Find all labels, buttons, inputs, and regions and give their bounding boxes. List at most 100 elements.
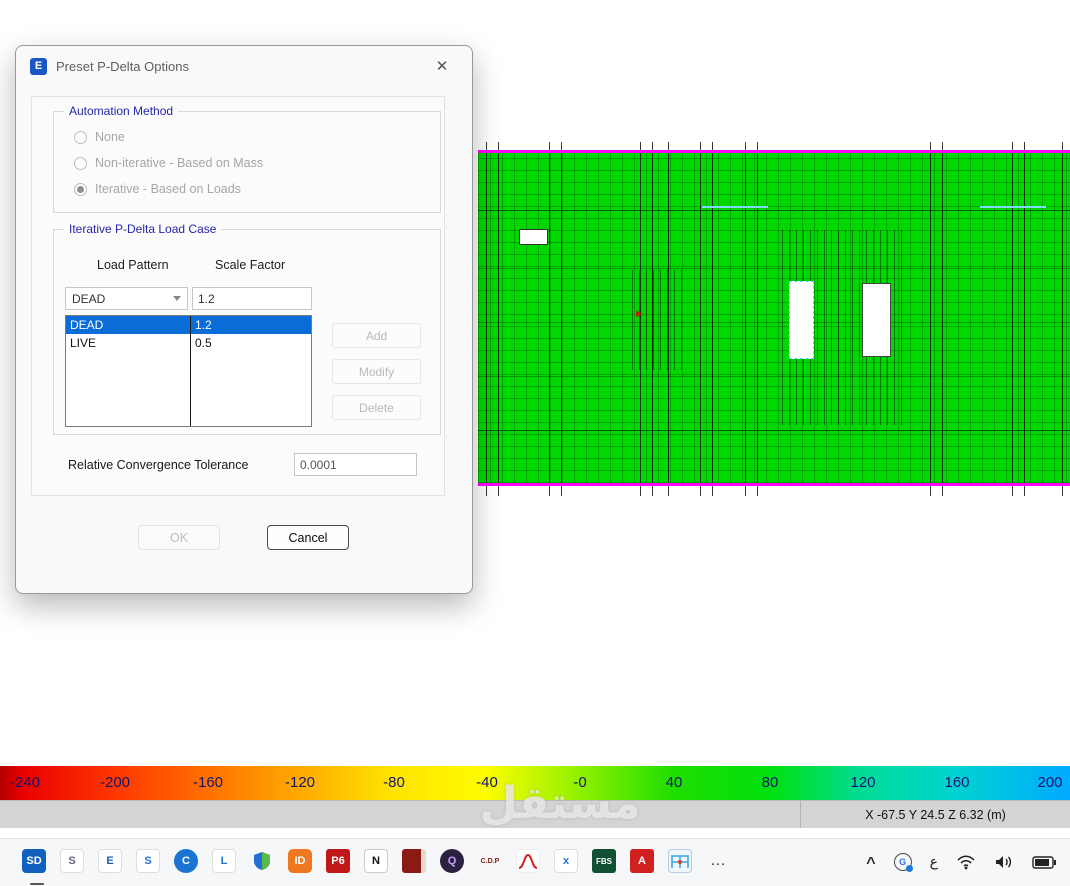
load-arrow-marker: ► <box>634 308 645 320</box>
legend-tick: -40 <box>476 774 498 791</box>
mesh-gridline <box>1012 142 1013 496</box>
radio-non-iterative[interactable]: Non-iterative - Based on Mass <box>74 156 263 170</box>
legend-tick: 40 <box>665 774 683 791</box>
legend-tick: -160 <box>192 774 224 791</box>
ok-button[interactable]: OK <box>138 525 220 550</box>
slab-opening <box>789 281 814 359</box>
book-icon[interactable] <box>402 849 426 873</box>
tolerance-input[interactable] <box>294 453 417 476</box>
taskbar-icon-n[interactable]: N <box>364 849 388 873</box>
load-pattern-header: Load Pattern <box>97 258 169 272</box>
taskbar-icon-x[interactable]: x <box>554 849 578 873</box>
mesh-gridline <box>700 142 701 496</box>
mesh-gridline <box>1024 142 1025 496</box>
taskbar-overflow-icon[interactable]: … <box>706 849 730 873</box>
modify-button[interactable]: Modify <box>332 359 421 384</box>
taskbar-icon-cdp[interactable]: C.D.P <box>478 849 502 873</box>
slab-boundary-top <box>478 150 1070 153</box>
scale-factor-header: Scale Factor <box>215 258 286 272</box>
contour-legend-bar: -240 -200 -160 -120 -80 -40 -0 40 80 120… <box>0 766 1070 800</box>
radio-none[interactable]: None <box>74 130 125 144</box>
radio-non-iterative-circle[interactable] <box>74 156 87 170</box>
load-case-list[interactable]: DEAD 1.2 LIVE 0.5 <box>65 315 312 427</box>
taskbar-icon-csicol[interactable]: C <box>174 849 198 873</box>
taskbar-icon-fbs[interactable]: FBS <box>592 849 616 873</box>
mesh-gridline <box>486 142 487 496</box>
legend-tick: 160 <box>944 774 970 791</box>
slab-opening <box>862 283 891 357</box>
radio-iterative-circle[interactable] <box>74 182 87 196</box>
curve-chart-icon[interactable] <box>516 849 540 873</box>
mesh-gridline <box>478 268 1070 269</box>
frame-model-icon[interactable] <box>668 849 692 873</box>
scale-factor-input[interactable] <box>192 287 312 310</box>
legend-tick: 200 <box>1037 774 1063 791</box>
defender-shield-icon[interactable] <box>250 849 274 873</box>
radio-iterative-label: Iterative - Based on Loads <box>95 182 241 196</box>
taskbar-icon-etabs[interactable]: E <box>98 849 122 873</box>
legend-tick: -0 <box>573 774 587 791</box>
radio-none-circle[interactable] <box>74 130 87 144</box>
taskbar-icon-sd[interactable]: SD <box>22 849 46 873</box>
load-pattern-dropdown[interactable]: DEAD <box>65 287 188 310</box>
delete-button[interactable]: Delete <box>332 395 421 420</box>
mesh-grid <box>478 153 1070 483</box>
list-item-factor: 0.5 <box>195 336 212 350</box>
cancel-button[interactable]: Cancel <box>267 525 349 550</box>
legend-tick: 80 <box>761 774 779 791</box>
model-view-canvas[interactable] <box>478 153 1070 483</box>
taskbar-icon-q[interactable]: Q <box>440 849 464 873</box>
battery-icon[interactable] <box>1032 855 1056 869</box>
legend-tick: -120 <box>284 774 316 791</box>
list-item-pattern: DEAD <box>70 318 104 332</box>
add-button[interactable]: Add <box>332 323 421 348</box>
wall-mesh-cluster <box>632 270 682 370</box>
taskbar-icon-safe[interactable]: S <box>136 849 160 873</box>
etabs-app-icon: E <box>30 57 47 75</box>
mesh-gridline <box>498 142 499 496</box>
mesh-gridline <box>478 210 1070 211</box>
radio-none-label: None <box>95 130 125 144</box>
list-item[interactable]: DEAD 1.2 <box>66 316 311 334</box>
dialog-titlebar[interactable]: E Preset P-Delta Options ✕ <box>16 46 472 86</box>
legend-tick: -80 <box>383 774 405 791</box>
taskbar-icon-a[interactable]: A <box>630 849 654 873</box>
tray-language-indicator[interactable]: ع <box>930 854 938 870</box>
mesh-gridline <box>745 142 746 496</box>
mesh-gridline <box>478 322 1070 323</box>
taskbar-icon-sap[interactable]: S <box>60 849 84 873</box>
legend-tick: -240 <box>9 774 41 791</box>
mesh-gridline <box>1062 142 1063 496</box>
beam-highlight <box>980 206 1046 208</box>
load-pattern-dropdown-value: DEAD <box>72 291 106 306</box>
load-case-group: Iterative P-Delta Load Case Load Pattern… <box>53 222 441 435</box>
taskbar-icon-l[interactable]: L <box>212 849 236 873</box>
taskbar-icon-id[interactable]: ID <box>288 849 312 873</box>
automation-method-group: Automation Method None Non-iterative - B… <box>53 104 441 213</box>
chevron-down-icon <box>173 296 181 301</box>
volume-icon[interactable] <box>994 854 1014 870</box>
tolerance-label: Relative Convergence Tolerance <box>68 458 249 472</box>
status-bar: X -67.5 Y 24.5 Z 6.32 (m) <box>0 800 1070 828</box>
load-case-group-label: Iterative P-Delta Load Case <box>64 222 222 236</box>
mesh-gridline <box>549 142 550 496</box>
radio-non-iterative-label: Non-iterative - Based on Mass <box>95 156 264 170</box>
system-tray: ^ G ع <box>866 849 1056 875</box>
tray-browser-icon[interactable]: G <box>893 853 913 872</box>
active-app-indicator <box>30 883 44 885</box>
taskbar-icon-p6[interactable]: P6 <box>326 849 350 873</box>
automation-method-group-label: Automation Method <box>64 104 179 118</box>
close-icon[interactable]: ✕ <box>426 51 458 81</box>
mesh-gridline <box>757 142 758 496</box>
preset-pdelta-options-dialog: E Preset P-Delta Options ✕ Automation Me… <box>15 45 473 594</box>
mesh-gridline <box>930 142 931 496</box>
beam-highlight <box>702 206 768 208</box>
mesh-gridline <box>942 142 943 496</box>
list-item[interactable]: LIVE 0.5 <box>66 334 311 352</box>
wifi-icon[interactable] <box>956 854 976 870</box>
list-item-pattern: LIVE <box>70 336 97 350</box>
tray-chevron-up-icon[interactable]: ^ <box>866 855 875 873</box>
mesh-gridline <box>561 142 562 496</box>
mesh-gridline <box>712 142 713 496</box>
radio-iterative[interactable]: Iterative - Based on Loads <box>74 182 241 196</box>
